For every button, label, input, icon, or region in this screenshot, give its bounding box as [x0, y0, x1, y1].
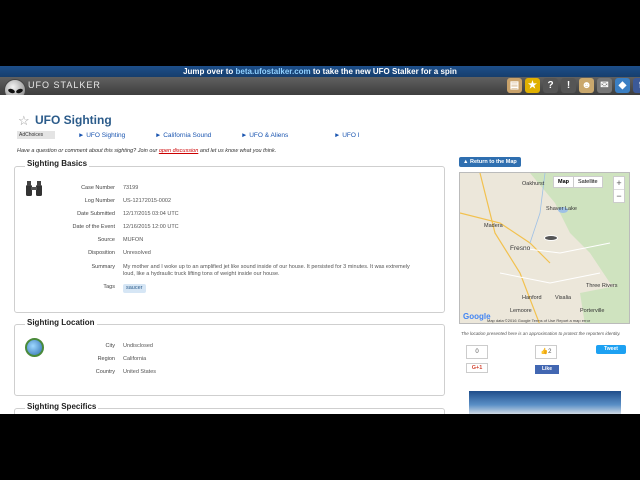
alien-icon[interactable]: ☻	[579, 78, 594, 93]
zoom-control: + −	[613, 176, 625, 203]
help-icon[interactable]: ?	[543, 78, 558, 93]
star-outline-icon: ☆	[18, 113, 30, 128]
label-disposition: Disposition	[88, 250, 115, 256]
map-label-shaver-lake: Shaver Lake	[546, 206, 577, 212]
map-label-three-rivers: Three Rivers	[586, 283, 618, 289]
share-count: 0	[466, 345, 488, 359]
map-label-visalia: Visalia	[555, 295, 572, 301]
letterbox-bottom	[0, 414, 640, 480]
like-count-value: 2	[548, 349, 552, 355]
ad-link-ufo-aliens[interactable]: ► UFO & Aliens	[241, 132, 288, 139]
page-title: UFO Sighting	[35, 113, 112, 127]
ufo-marker-icon[interactable]	[544, 235, 558, 241]
label-log-number: Log Number	[84, 198, 115, 204]
map-label-hanford: Hanford	[522, 295, 542, 301]
label-city: City	[105, 343, 115, 349]
letterbox-top	[0, 0, 640, 66]
tweet-button[interactable]: Tweet	[596, 345, 626, 354]
map-type-map[interactable]: Map	[554, 177, 573, 187]
value-source: MUFON	[123, 237, 144, 243]
adchoices-badge[interactable]: AdChoices	[17, 131, 55, 139]
map-terrain	[460, 173, 629, 323]
beta-link[interactable]: beta.ufostalker.com	[236, 67, 311, 76]
map-type-toggle: Map Satellite	[553, 176, 603, 188]
facebook-like-button[interactable]: Like	[535, 365, 559, 374]
prompt-post: and let us know what you think.	[198, 148, 277, 154]
google-plus-button[interactable]: G+1	[466, 363, 488, 373]
label-date-event: Date of the Event	[72, 224, 116, 230]
toolbar: ▤ ★ ? ! ☻ ✉ ◆ f	[507, 78, 640, 94]
label-country: Country	[95, 369, 115, 375]
cube-icon[interactable]: ◆	[615, 78, 630, 93]
map-label-fresno: Fresno	[510, 245, 531, 252]
value-disposition: Unresolved	[123, 250, 151, 256]
value-summary: My mother and I woke up to an amplified …	[123, 264, 410, 277]
banner-text-post: to take the new UFO Stalker for a spin	[310, 67, 457, 76]
value-date-event: 12/16/2015 12:00 UTC	[123, 224, 179, 230]
label-region: Region	[97, 356, 115, 362]
page-content: ☆ UFO Sighting AdChoices ► UFO Sighting …	[0, 95, 640, 414]
mail-icon[interactable]: ✉	[597, 78, 612, 93]
value-log-number: US-12172015-0002	[123, 198, 172, 204]
ad-link-ufo-sighting[interactable]: ► UFO Sighting	[78, 132, 125, 139]
map-label-oakhurst: Oakhurst	[522, 181, 545, 187]
facebook-icon[interactable]: f	[633, 78, 640, 93]
prompt-pre: Have a question or comment about this si…	[17, 148, 159, 154]
value-case-number: 73199	[123, 185, 139, 191]
label-date-submitted: Date Submitted	[77, 211, 115, 217]
value-city: Undisclosed	[123, 343, 153, 349]
site-brand[interactable]: UFO STALKER	[28, 80, 101, 90]
location-approximation-note: The location presented here is an approx…	[461, 331, 621, 336]
thumbs-up-icon: 👍	[540, 349, 549, 355]
zoom-out-button[interactable]: −	[614, 190, 624, 202]
return-to-map-button[interactable]: ▲ Return to the Map	[459, 157, 521, 167]
sighting-basics-title: Sighting Basics	[25, 159, 90, 168]
label-tags: Tags	[103, 284, 115, 290]
arrow-up-icon: ▲	[463, 159, 470, 165]
book-icon[interactable]: ▤	[507, 78, 522, 93]
label-summary: Summary	[91, 264, 115, 270]
label-case-number: Case Number	[81, 185, 115, 191]
tag-saucer[interactable]: saucer	[123, 284, 146, 293]
star-icon[interactable]: ★	[525, 78, 540, 93]
location-map[interactable]: Oakhurst Shaver Lake Madera Fresno Hanfo…	[459, 172, 630, 324]
map-label-porterville: Porterville	[580, 308, 605, 314]
banner-text-pre: Jump over to	[183, 67, 236, 76]
map-label-madera: Madera	[484, 223, 503, 229]
info-icon[interactable]: !	[561, 78, 576, 93]
value-country: United States	[123, 369, 157, 375]
map-type-satellite[interactable]: Satellite	[573, 177, 602, 187]
announcement-banner: Jump over to beta.ufostalker.com to take…	[0, 66, 640, 77]
open-discussion-link[interactable]: open discussion	[159, 148, 198, 154]
discussion-prompt: Have a question or comment about this si…	[17, 148, 276, 154]
sighting-specifics-title: Sighting Specifics	[25, 402, 99, 411]
map-attribution: Map data ©2016 Google Terms of Use Repor…	[487, 318, 591, 323]
zoom-in-button[interactable]: +	[614, 177, 624, 190]
sighting-location-title: Sighting Location	[25, 318, 97, 327]
ad-link-ufo[interactable]: ► UFO I	[334, 132, 360, 139]
like-count: 👍2	[535, 345, 557, 359]
sighting-photo[interactable]	[469, 391, 621, 414]
ad-link-california-sound[interactable]: ► California Sound	[155, 132, 211, 139]
map-label-lemoore: Lemoore	[510, 308, 532, 314]
return-to-map-label: Return to the Map	[469, 159, 517, 165]
label-source: Source	[97, 237, 115, 243]
value-date-submitted: 12/17/2015 03:04 UTC	[123, 211, 179, 217]
value-region: California	[123, 356, 147, 362]
